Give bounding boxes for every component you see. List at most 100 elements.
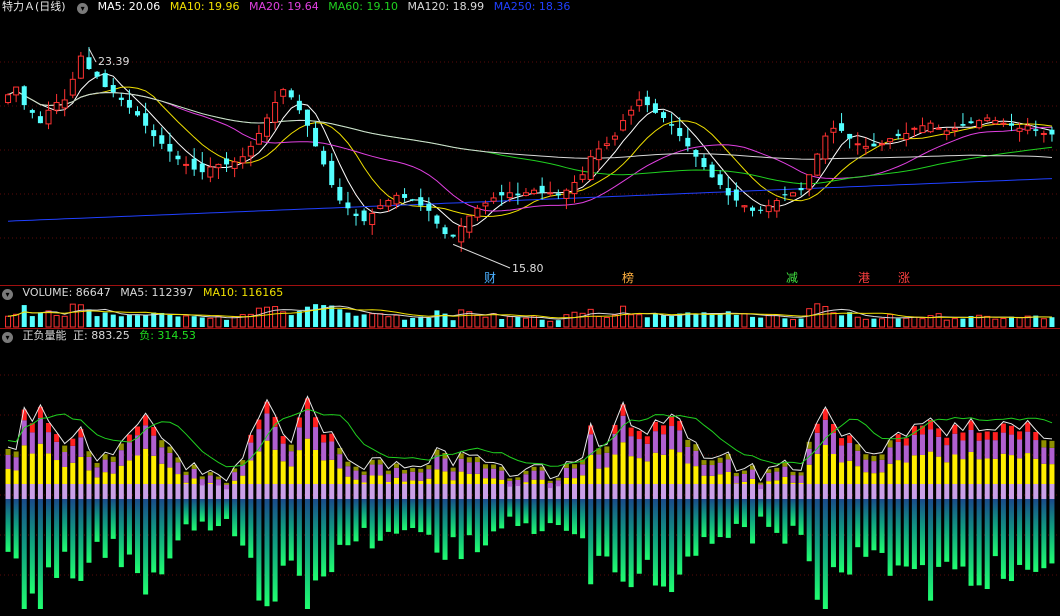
candle-body <box>814 153 821 176</box>
energy-positive-bar <box>895 460 901 484</box>
energy-cap <box>571 464 578 469</box>
energy-positive-bar <box>766 472 772 482</box>
energy-cap <box>280 436 286 444</box>
energy-cap <box>482 464 489 469</box>
candle-body <box>263 117 271 137</box>
candle-body <box>53 102 60 111</box>
energy-positive-bar <box>863 472 869 484</box>
energy-cap <box>960 432 966 441</box>
candlestick-chart[interactable] <box>0 0 1060 285</box>
energy-cap <box>685 439 691 447</box>
energy-negative-bar <box>21 499 27 609</box>
energy-positive-bar <box>604 452 610 468</box>
volume-bar <box>385 316 392 328</box>
energy-positive-bar <box>102 459 108 473</box>
energy-cap <box>418 468 424 473</box>
energy-positive-bar <box>580 464 586 476</box>
volume-bar <box>789 319 797 328</box>
volume-bar <box>693 314 699 327</box>
energy-positive-bar <box>466 473 472 484</box>
energy-negative-bar <box>911 499 917 570</box>
volume-bar <box>847 312 853 327</box>
candle-body <box>595 148 602 161</box>
energy-positive-bar <box>758 484 764 490</box>
energy-negative-bar <box>102 499 108 558</box>
ma60-label: MA60: 19.10 <box>328 0 398 13</box>
energy-base-bar <box>29 484 35 499</box>
energy-positive-bar <box>70 445 76 463</box>
energy-positive-bar <box>110 473 116 484</box>
chevron-down-icon[interactable]: ▾ <box>2 332 13 343</box>
marker-gang[interactable]: 港 <box>858 269 870 286</box>
energy-positive-bar <box>385 474 391 483</box>
energy-negative-bar <box>992 499 998 557</box>
marker-zhang[interactable]: 涨 <box>898 269 910 286</box>
volume-bar <box>224 319 230 327</box>
energy-base-bar <box>248 484 254 499</box>
energy-negative-bar <box>685 499 691 557</box>
energy-positive-bar <box>482 478 489 484</box>
energy-positive-bar <box>968 451 974 484</box>
candle-body <box>482 202 489 207</box>
energy-positive-bar <box>288 466 294 484</box>
energy-positive-bar <box>814 453 820 484</box>
energy-positive-bar <box>604 467 610 484</box>
energy-positive-bar <box>661 454 667 484</box>
energy-cap <box>215 476 221 480</box>
energy-negative-bar <box>628 499 634 588</box>
energy-positive-bar <box>507 480 513 487</box>
marker-cai[interactable]: 财 <box>484 269 496 286</box>
stock-title[interactable]: 特力Ａ(日线) <box>2 0 66 13</box>
volume-bar <box>296 311 302 327</box>
energy-base-bar <box>919 484 925 499</box>
volume-bar <box>353 315 359 327</box>
energy-positive-bar <box>531 470 537 480</box>
energy-base-bar <box>369 484 375 499</box>
energy-negative-bar <box>345 499 351 546</box>
energy-negative-bar <box>385 499 391 532</box>
energy-cap <box>717 457 723 463</box>
energy-positive-bar <box>248 460 254 484</box>
energy-negative-bar <box>895 499 901 566</box>
energy-positive-bar <box>693 450 699 467</box>
energy-negative-bar <box>887 499 893 576</box>
volume-bar <box>215 315 222 328</box>
energy-base-bar <box>847 484 853 499</box>
energy-base-bar <box>604 484 610 499</box>
energy-cap <box>531 466 537 471</box>
marker-jian[interactable]: 减 <box>786 269 798 286</box>
energy-negative-bar <box>337 499 343 545</box>
energy-positive-bar <box>871 461 877 474</box>
energy-cap <box>976 432 982 441</box>
chevron-down-icon[interactable]: ▾ <box>2 289 13 300</box>
energy-negative-bar <box>450 499 456 538</box>
energy-base-bar <box>410 484 416 499</box>
energy-cap <box>1025 422 1031 432</box>
energy-negative-bar <box>62 499 68 552</box>
energy-base-bar <box>353 484 359 499</box>
energy-negative-bar <box>321 499 327 577</box>
energy-positive-bar <box>620 415 626 443</box>
energy-negative-bar <box>240 499 246 546</box>
energy-negative-bar <box>353 499 359 542</box>
marker-bang[interactable]: 榜 <box>622 269 634 286</box>
energy-base-bar <box>911 484 917 499</box>
candle-body <box>45 109 52 125</box>
energy-positive-bar <box>968 429 974 452</box>
volume-panel: ▾ VOLUME: 86647 MA5: 112397 MA10: 116165 <box>0 286 1060 328</box>
candle-body <box>110 85 116 93</box>
energy-base-bar <box>677 484 683 499</box>
volume-bar <box>871 318 877 327</box>
energy-negative-bar <box>636 499 642 574</box>
energy-negative-bar <box>402 499 408 531</box>
energy-positive-bar <box>29 453 35 484</box>
chevron-down-icon[interactable]: ▾ <box>77 3 89 14</box>
energy-positive-bar <box>693 466 699 484</box>
energy-negative-bar <box>442 499 448 560</box>
energy-positive-bar <box>499 470 505 480</box>
energy-base-bar <box>774 484 780 499</box>
energy-chart[interactable] <box>0 329 1060 616</box>
energy-cap <box>515 477 521 480</box>
energy-base-bar <box>612 484 618 499</box>
energy-negative-bar <box>329 499 335 573</box>
